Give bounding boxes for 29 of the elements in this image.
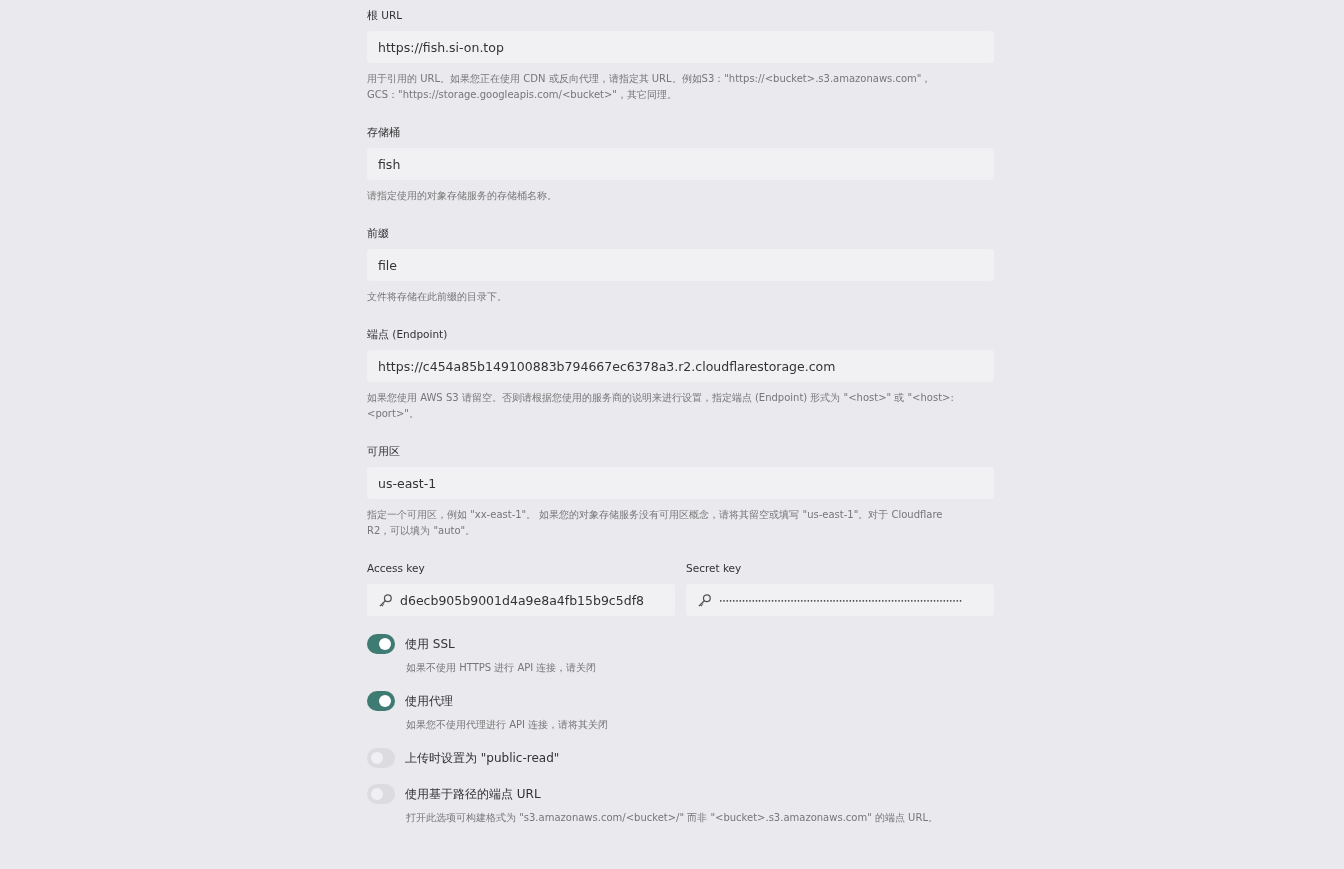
field-label: 可用区 [367, 444, 401, 458]
toggle-label: 使用代理 [405, 692, 453, 710]
help-text: 如果您使用 AWS S3 请留空。否则请根据您使用的服务商的说明来进行设置，指定端点 (Endpoint) 形式为 "<host>" 或 "<host>:<port>"。 [367, 391, 955, 421]
input-field[interactable]: https://c454a85b149100883b794667ec6378a3.r2.cloudflarestorage.com [367, 350, 994, 382]
input-field[interactable]: d6ecb905b9001d4a9e8a4fb15b9c5df8 [367, 584, 675, 616]
toggle-label: 上传时设置为 "public-read" [405, 749, 560, 767]
key-icon [697, 592, 712, 608]
toggle-label: 使用基于路径的端点 URL [405, 785, 541, 803]
field-label: 端点 (Endpoint) [367, 327, 449, 341]
input-field[interactable]: fish [367, 148, 994, 180]
field-label: Secret key [686, 561, 743, 575]
key-icon [378, 592, 393, 608]
help-text: 请指定使用的对象存储服务的存储桶名称。 [367, 189, 558, 203]
field-label: 根 URL [367, 8, 404, 22]
input-field[interactable]: us-east-1 [367, 467, 994, 499]
field-label: 存储桶 [367, 125, 401, 139]
input-field[interactable]: https://fish.si-on.top [367, 31, 994, 63]
help-text: 如果您不使用代理进行 API 连接，请将其关闭 [406, 718, 610, 732]
toggle-switch[interactable] [367, 634, 395, 654]
toggle-label: 使用 SSL [405, 635, 455, 653]
help-text: 如果不使用 HTTPS 进行 API 连接，请关闭 [406, 661, 598, 675]
field-label: Access key [367, 561, 426, 575]
input-field[interactable]: file [367, 249, 994, 281]
help-text: 文件将存储在此前缀的目录下。 [367, 290, 508, 304]
toggle-switch[interactable] [367, 691, 395, 711]
field-label: 前缀 [367, 226, 390, 240]
help-text: 打开此选项可构建格式为 "s3.amazonaws.com/<bucket>/" 而非 "<bucket>.s3.amazonaws.com" 的端点 URL。 [406, 811, 939, 825]
help-text: 用于引用的 URL。如果您正在使用 CDN 或反向代理，请指定其 URL。例如S3："https://<bucket>.s3.amazonaws.com"，GCS："https://storage.googleapis.com/<bucket>"，其它同理。 [367, 72, 933, 102]
help-text: 指定一个可用区，例如 "xx-east-1"。 如果您的对象存储服务没有可用区概念，请将其留空或填写 "us-east-1"。对于 Cloudflare R2，可以填为 "auto"。 [367, 508, 944, 538]
